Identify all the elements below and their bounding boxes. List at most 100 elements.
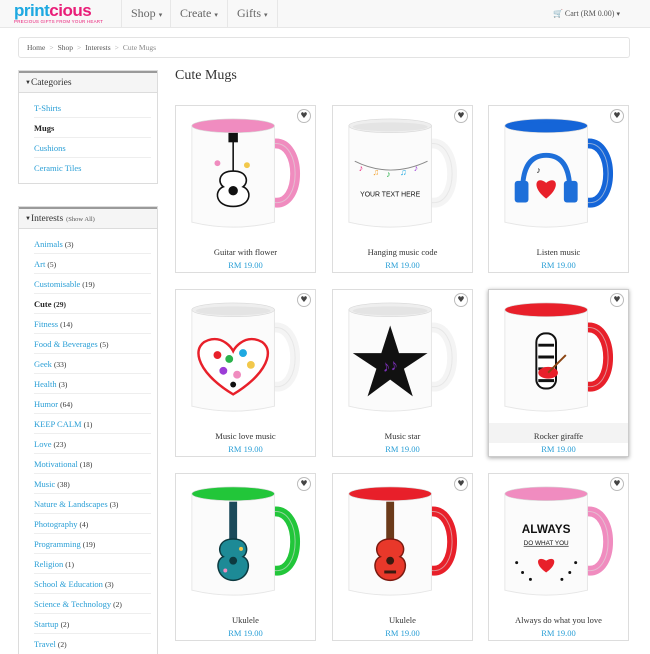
interests-list: Animals (3) Art (5) Customisable (19) Cute (29)… (19, 229, 157, 654)
categories-item[interactable]: Cushions (34, 138, 151, 158)
interests-item[interactable]: Health (3) (34, 374, 151, 394)
svg-text:♫: ♫ (372, 167, 379, 177)
product-card[interactable]: ♥ Ukulele RM 19.00 (175, 473, 316, 641)
categories-list: T-Shirts Mugs Cushions Ceramic Tiles (19, 93, 157, 183)
svg-text:♪: ♪ (359, 163, 363, 173)
breadcrumb-shop[interactable]: Shop (58, 43, 73, 52)
wishlist-heart-icon[interactable]: ♥ (297, 109, 311, 123)
interests-item[interactable]: Travel (2) (34, 634, 151, 654)
mug-image[interactable] (497, 295, 615, 420)
categories-item[interactable]: Ceramic Tiles (34, 158, 151, 178)
breadcrumb-separator: > (114, 43, 119, 52)
interests-item[interactable]: Art (5) (34, 254, 151, 274)
wishlist-heart-icon[interactable]: ♥ (610, 477, 624, 491)
categories-panel-header[interactable]: ▼Categories (19, 71, 157, 93)
product-card[interactable]: ♪ ♥ Listen music RM 19.00 (488, 105, 629, 273)
nav-gifts-menu[interactable]: Gifts ▾ (227, 0, 278, 27)
mug-image[interactable] (184, 479, 302, 604)
wishlist-heart-icon[interactable]: ♥ (610, 109, 624, 123)
product-card[interactable]: ♥ Ukulele RM 19.00 (332, 473, 473, 641)
wishlist-heart-icon[interactable]: ♥ (454, 293, 468, 307)
product-price: RM 19.00 (385, 444, 420, 454)
chevron-down-icon: ▾ (158, 11, 163, 19)
wishlist-heart-icon[interactable]: ♥ (610, 293, 624, 307)
interests-item-count: (3) (58, 380, 68, 389)
product-card[interactable]: ALWAYS DO WHAT YOU ♥ Always do what you l… (488, 473, 629, 641)
product-card[interactable]: ♪♪ ♥ Music star RM 19.00 (332, 289, 473, 457)
interests-item[interactable]: Programming (19) (34, 534, 151, 554)
breadcrumb-home[interactable]: Home (27, 43, 45, 52)
product-name[interactable]: Ukulele (333, 615, 472, 625)
interests-item[interactable]: Animals (3) (34, 234, 151, 254)
interests-item[interactable]: Food & Beverages (5) (34, 334, 151, 354)
chevron-down-icon: ▾ (214, 11, 218, 19)
cart-dropdown[interactable]: 🛒 Cart (RM 0.00) ▾ (553, 0, 620, 27)
interests-item-count: (18) (79, 460, 93, 469)
interests-item-count: (3) (104, 580, 114, 589)
interests-item[interactable]: Startup (2) (34, 614, 151, 634)
show-all-link[interactable]: (Show All) (66, 216, 95, 223)
interests-panel-header[interactable]: ▼Interests (Show All) (19, 207, 157, 229)
mug-image[interactable] (184, 295, 302, 420)
product-name[interactable]: Rocker giraffe (489, 431, 628, 441)
interests-item[interactable]: Nature & Landscapes (3) (34, 494, 151, 514)
product-price: RM 19.00 (541, 444, 576, 454)
brand-logo[interactable]: printcious PRECIOUS GIFTS FROM YOUR HEAR… (14, 2, 120, 26)
wishlist-heart-icon[interactable]: ♥ (297, 293, 311, 307)
product-card[interactable]: ♥ Guitar with flower RM 19.00 (175, 105, 316, 273)
cart-label: Cart (RM 0.00) (564, 9, 615, 18)
categories-item[interactable]: Mugs (34, 118, 151, 138)
interests-item[interactable]: Love (23) (34, 434, 151, 454)
svg-text:♪: ♪ (386, 169, 390, 179)
interests-item-label: Photography (34, 519, 78, 529)
product-name[interactable]: Ukulele (176, 615, 315, 625)
categories-title: Categories (30, 78, 72, 88)
product-name[interactable]: Guitar with flower (176, 247, 315, 257)
interests-item-label: School & Education (34, 579, 103, 589)
product-card[interactable]: ♪ ♫ ♪ ♫ ♪ YOUR TEXT HERE ♥ Hanging music co… (332, 105, 473, 273)
interests-item[interactable]: Religion (1) (34, 554, 151, 574)
interests-item[interactable]: School & Education (3) (34, 574, 151, 594)
product-card[interactable]: ♥ Music love music RM 19.00 (175, 289, 316, 457)
product-price: RM 19.00 (385, 628, 420, 638)
interests-item[interactable]: Motivational (18) (34, 454, 151, 474)
interests-item[interactable]: Science & Technology (2) (34, 594, 151, 614)
logo-wordmark: printcious (14, 2, 120, 19)
categories-item-label: Cushions (34, 143, 66, 153)
interests-item-count: (3) (109, 500, 119, 509)
interests-item[interactable]: Fitness (14) (34, 314, 151, 334)
mug-image[interactable] (341, 479, 459, 604)
interests-item[interactable]: Cute (29) (34, 294, 151, 314)
wishlist-heart-icon[interactable]: ♥ (454, 477, 468, 491)
product-price: RM 19.00 (228, 444, 263, 454)
breadcrumb-interests[interactable]: Interests (85, 43, 110, 52)
interests-item[interactable]: Geek (33) (34, 354, 151, 374)
interests-item[interactable]: KEEP CALM (1) (34, 414, 151, 434)
product-name[interactable]: Always do what you love (489, 615, 628, 625)
interests-item[interactable]: Photography (4) (34, 514, 151, 534)
mug-image[interactable] (184, 111, 302, 236)
interests-item-count: (2) (57, 640, 67, 649)
interests-item[interactable]: Music (38) (34, 474, 151, 494)
categories-item[interactable]: T-Shirts (34, 98, 151, 118)
mug-image[interactable]: ♪ (497, 111, 615, 236)
mug-image[interactable]: ♪♪ (341, 295, 459, 420)
mug-image[interactable]: ALWAYS DO WHAT YOU (497, 479, 615, 604)
product-name[interactable]: Listen music (489, 247, 628, 257)
nav-shop-menu[interactable]: Shop ▾ (121, 0, 171, 27)
product-name[interactable]: Music star (333, 431, 472, 441)
interests-item[interactable]: Customisable (19) (34, 274, 151, 294)
wishlist-heart-icon[interactable]: ♥ (454, 109, 468, 123)
interests-item-count: (1) (83, 420, 93, 429)
nav-create-menu[interactable]: Create ▾ (170, 0, 227, 27)
interests-item-label: Music (34, 479, 56, 489)
product-card[interactable]: ♥ Rocker giraffe RM 19.00 (488, 289, 629, 457)
product-name[interactable]: Music love music (176, 431, 315, 441)
wishlist-heart-icon[interactable]: ♥ (297, 477, 311, 491)
mug-image[interactable]: ♪ ♫ ♪ ♫ ♪ YOUR TEXT HERE (341, 111, 459, 236)
product-name[interactable]: Hanging music code (333, 247, 472, 257)
interests-item-label: Geek (34, 359, 52, 369)
interests-item[interactable]: Humor (64) (34, 394, 151, 414)
interests-item-label: Motivational (34, 459, 78, 469)
interests-item-label: Art (34, 259, 46, 269)
